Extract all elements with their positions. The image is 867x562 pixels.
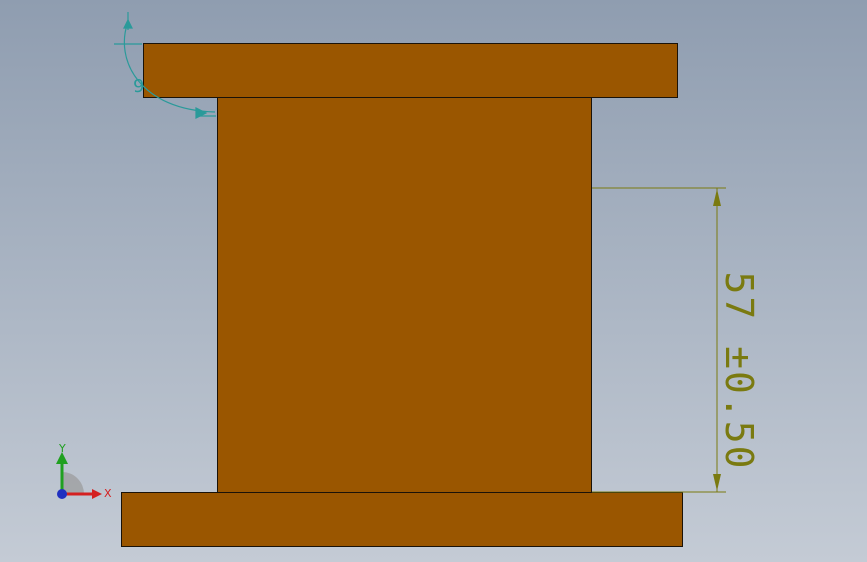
dimension-text[interactable]: 57 ±0.50 [717,271,761,470]
top-flange[interactable] [143,43,678,98]
y-axis-label: Y [58,442,66,455]
dimension-arrow-bottom [713,474,721,491]
dimension-value: 57 [717,271,761,322]
cad-viewport[interactable]: 9 57 ±0.50 Y X [0,0,867,562]
bottom-flange[interactable] [121,492,683,547]
center-column[interactable] [217,97,592,493]
dimension-tolerance: ±0.50 [717,346,761,471]
coordinate-triad-icon: Y X [56,442,112,500]
dimension-arrow-top [713,189,721,206]
x-axis-label: X [104,487,112,500]
